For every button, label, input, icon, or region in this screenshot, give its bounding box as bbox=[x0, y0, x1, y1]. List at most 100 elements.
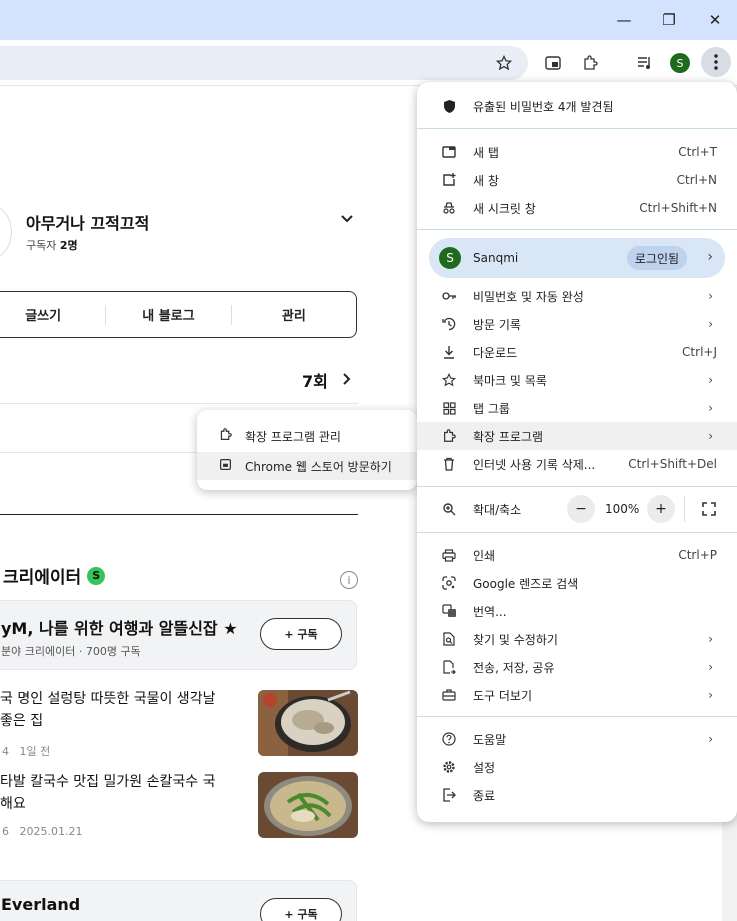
blog-action-bar: 글쓰기 내 블로그 관리 bbox=[0, 291, 357, 338]
creator-card-title[interactable]: Everland bbox=[1, 895, 80, 914]
cast-save-share-item[interactable]: 전송, 저장, 공유 › bbox=[417, 653, 737, 681]
title-bar: — ❐ ✕ bbox=[0, 0, 737, 40]
new-tab-label: 새 탭 bbox=[473, 145, 499, 160]
fullscreen-button[interactable] bbox=[700, 500, 718, 518]
bookmark-star-button[interactable] bbox=[491, 50, 517, 76]
new-window-item[interactable]: 새 창 Ctrl+N bbox=[417, 166, 737, 194]
noodle-soup-image bbox=[258, 772, 358, 838]
find-edit-label: 찾기 및 수정하기 bbox=[473, 632, 558, 647]
divider bbox=[417, 486, 737, 487]
divider bbox=[417, 716, 737, 717]
chevron-right-icon: › bbox=[708, 317, 713, 331]
help-icon bbox=[441, 731, 457, 747]
post-title-line: 해요 bbox=[0, 796, 26, 812]
my-blog-button[interactable]: 내 블로그 bbox=[106, 305, 230, 324]
webstore-label: Chrome 웹 스토어 방문하기 bbox=[245, 459, 392, 474]
incognito-shortcut: Ctrl+Shift+N bbox=[639, 201, 717, 215]
extensions-item[interactable]: 확장 프로그램 › bbox=[417, 422, 737, 450]
puzzle-icon bbox=[584, 55, 598, 70]
new-window-label: 새 창 bbox=[473, 173, 499, 188]
minimize-button[interactable]: — bbox=[609, 8, 639, 32]
post-title-line: 국 명인 설렁탕 따뜻한 국물이 생각날 bbox=[0, 691, 216, 707]
webstore-icon bbox=[219, 458, 232, 474]
profile-button[interactable]: S bbox=[667, 50, 693, 76]
new-tab-item[interactable]: 새 탭 Ctrl+T bbox=[417, 138, 737, 166]
creator-card-title[interactable]: yM, 나를 위한 여행과 알뜰신잡 ★ bbox=[1, 615, 238, 639]
bookmarks-item[interactable]: 북마크 및 목록 › bbox=[417, 366, 737, 394]
clear-browsing-data-item[interactable]: 인터넷 사용 기록 삭제... Ctrl+Shift+Del bbox=[417, 450, 737, 478]
post-title[interactable]: 국 명인 설렁탕 따뜻한 국물이 생각날 좋은 집 bbox=[0, 688, 215, 732]
webstore-item[interactable]: Chrome 웹 스토어 방문하기 bbox=[197, 452, 417, 480]
incognito-label: 새 시크릿 창 bbox=[473, 201, 536, 216]
downloads-shortcut: Ctrl+J bbox=[682, 345, 717, 359]
passwords-item[interactable]: 비밀번호 및 자동 완성 › bbox=[417, 282, 737, 310]
cast-save-share-label: 전송, 저장, 공유 bbox=[473, 660, 555, 675]
maximize-button[interactable]: ❐ bbox=[654, 8, 684, 32]
tab-groups-item[interactable]: 탭 그룹 › bbox=[417, 394, 737, 422]
address-bar[interactable] bbox=[0, 46, 528, 80]
post-thumbnail[interactable] bbox=[258, 772, 358, 838]
info-icon[interactable]: i bbox=[340, 571, 358, 589]
incognito-item[interactable]: 새 시크릿 창 Ctrl+Shift+N bbox=[417, 194, 737, 222]
browser-toolbar: S bbox=[0, 40, 737, 86]
translate-item[interactable]: 번역... bbox=[417, 597, 737, 625]
more-tools-item[interactable]: 도구 더보기 › bbox=[417, 681, 737, 709]
post-title-line: 좋은 집 bbox=[0, 713, 44, 729]
zoom-in-button[interactable]: + bbox=[647, 495, 675, 523]
exit-item[interactable]: 종료 bbox=[417, 781, 737, 809]
shield-icon bbox=[441, 98, 457, 114]
chrome-menu-button[interactable] bbox=[701, 47, 731, 77]
blog-name[interactable]: 아무거나 끄적끄적 bbox=[26, 210, 149, 234]
clear-browsing-data-label: 인터넷 사용 기록 삭제... bbox=[473, 457, 596, 472]
key-icon bbox=[441, 288, 457, 304]
help-item[interactable]: 도움말 › bbox=[417, 725, 737, 753]
google-lens-item[interactable]: Google 렌즈로 검색 bbox=[417, 569, 737, 597]
blog-avatar[interactable] bbox=[0, 205, 12, 259]
post-meta-date: 1일 전 bbox=[19, 745, 51, 758]
help-label: 도움말 bbox=[473, 732, 507, 747]
subscribe-button[interactable]: + 구독 bbox=[260, 898, 342, 921]
close-window-button[interactable]: ✕ bbox=[700, 8, 730, 32]
chevron-right-icon: › bbox=[707, 249, 713, 265]
creator-title-text: 크리에이터 bbox=[3, 568, 82, 588]
post-count[interactable]: 7회 bbox=[302, 368, 328, 392]
translate-icon bbox=[441, 603, 457, 619]
find-icon bbox=[441, 631, 457, 647]
printer-icon bbox=[441, 547, 457, 563]
new-window-icon bbox=[441, 172, 457, 188]
playlist-icon bbox=[638, 57, 650, 69]
tab-search-button[interactable] bbox=[540, 50, 566, 76]
settings-item[interactable]: 설정 bbox=[417, 753, 737, 781]
zoom-label: 확대/축소 bbox=[473, 502, 522, 517]
history-item[interactable]: 방문 기록 › bbox=[417, 310, 737, 338]
history-icon bbox=[441, 316, 457, 332]
post-thumbnail[interactable] bbox=[258, 690, 358, 756]
print-item[interactable]: 인쇄 Ctrl+P bbox=[417, 541, 737, 569]
divider bbox=[684, 496, 685, 522]
post-meta-count: 6 bbox=[2, 825, 9, 838]
password-breach-item[interactable]: 유출된 비밀번호 4개 발견됨 bbox=[417, 92, 737, 120]
chevron-right-icon[interactable] bbox=[342, 372, 352, 386]
find-edit-item[interactable]: 찾기 및 수정하기 › bbox=[417, 625, 737, 653]
chrome-menu: 유출된 비밀번호 4개 발견됨 새 탭 Ctrl+T 새 창 Ctrl+N 새 … bbox=[417, 82, 737, 822]
zoom-out-button[interactable]: − bbox=[567, 495, 595, 523]
soup-image bbox=[258, 690, 358, 756]
creator-card[interactable]: Everland + 구독 bbox=[0, 880, 357, 921]
manage-button[interactable]: 관리 bbox=[232, 305, 356, 324]
manage-extensions-item[interactable]: 확장 프로그램 관리 bbox=[197, 422, 417, 450]
history-label: 방문 기록 bbox=[473, 317, 521, 332]
more-tools-label: 도구 더보기 bbox=[473, 688, 533, 703]
creator-badge: S bbox=[87, 566, 106, 585]
new-window-shortcut: Ctrl+N bbox=[676, 173, 717, 187]
clear-browsing-data-shortcut: Ctrl+Shift+Del bbox=[628, 457, 717, 471]
post-title[interactable]: 타발 칼국수 맛집 밀가원 손칼국수 국 해요 bbox=[0, 771, 215, 815]
profile-row[interactable]: S Sanqmi 로그인됨 › bbox=[429, 238, 725, 278]
chevron-down-icon[interactable] bbox=[340, 214, 354, 224]
media-control-button[interactable] bbox=[632, 50, 658, 76]
chevron-right-icon: › bbox=[708, 289, 713, 303]
extensions-button[interactable] bbox=[577, 50, 603, 76]
subscribe-button[interactable]: + 구독 bbox=[260, 618, 342, 650]
creator-card[interactable]: yM, 나를 위한 여행과 알뜰신잡 ★ 분야 크리에이터 · 700명 구독 … bbox=[0, 600, 357, 670]
write-button[interactable]: 글쓰기 bbox=[0, 305, 105, 324]
downloads-item[interactable]: 다운로드 Ctrl+J bbox=[417, 338, 737, 366]
